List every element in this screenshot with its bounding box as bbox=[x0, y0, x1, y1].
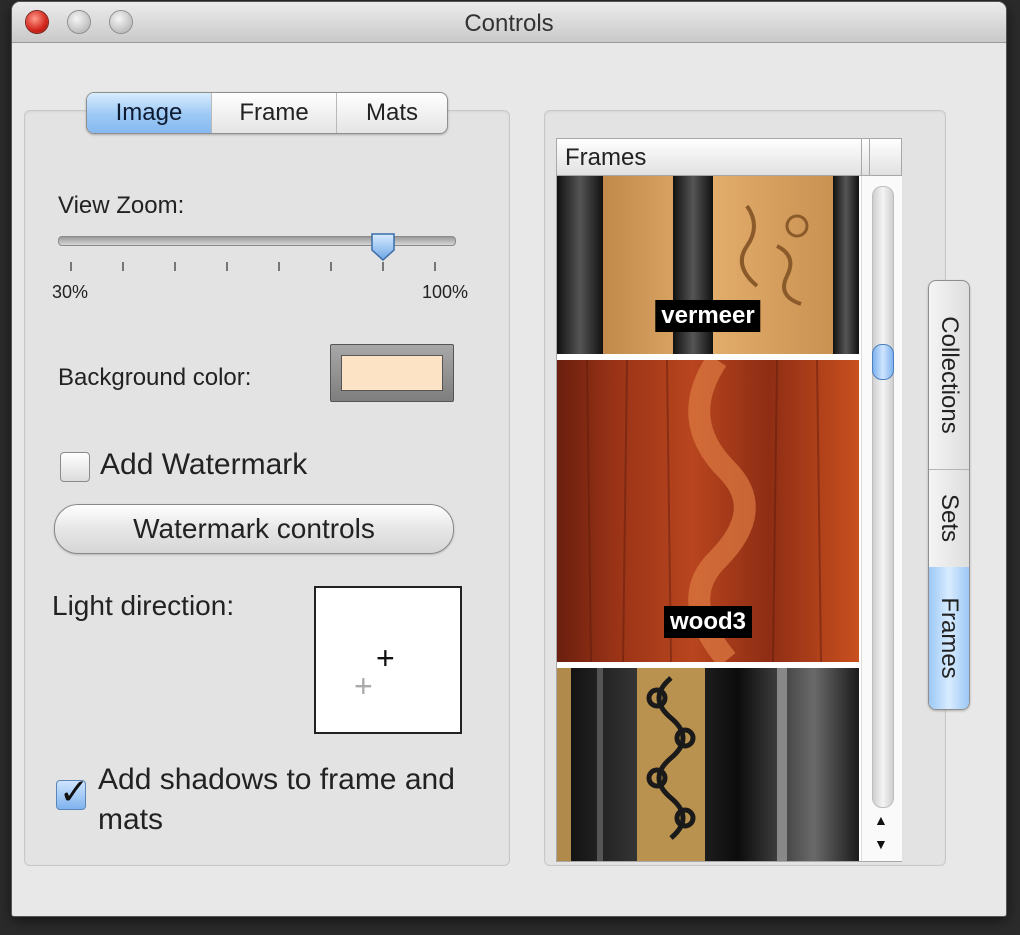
tab-collections[interactable]: Collections bbox=[929, 281, 969, 470]
watermark-controls-button[interactable]: Watermark controls bbox=[54, 504, 454, 554]
tick-mark bbox=[434, 262, 436, 271]
tab-frames-label: Frames bbox=[936, 597, 963, 679]
light-direction-label: Light direction: bbox=[52, 590, 235, 621]
scrollbar-track[interactable] bbox=[872, 186, 894, 808]
zoom-min-label: 30% bbox=[52, 282, 89, 302]
tab-image[interactable]: Image bbox=[87, 93, 212, 133]
frames-list-header[interactable]: Frames bbox=[557, 139, 901, 176]
frames-thumbnails: vermeer wood3 bbox=[557, 176, 859, 861]
tab-frames[interactable]: Frames bbox=[929, 567, 969, 709]
tab-frame[interactable]: Frame bbox=[212, 93, 337, 133]
tick-mark bbox=[382, 262, 384, 271]
frames-column-header[interactable]: Frames bbox=[565, 144, 646, 172]
header-divider bbox=[869, 139, 870, 175]
add-shadows-label[interactable]: Add shadows to frame and mats bbox=[98, 760, 458, 840]
tab-mats[interactable]: Mats bbox=[337, 93, 447, 133]
light-source-crosshair-icon[interactable]: + bbox=[376, 642, 395, 674]
background-color-swatch bbox=[341, 355, 443, 391]
tick-mark bbox=[226, 262, 228, 271]
image-settings-panel bbox=[24, 110, 510, 866]
frame-item-wood3[interactable]: wood3 bbox=[557, 360, 859, 662]
tick-mark bbox=[174, 262, 176, 271]
frames-list[interactable]: Frames vermeer wood3 ▲ ▼ bbox=[556, 138, 902, 862]
window-title: Controls bbox=[464, 10, 554, 37]
zoom-ticks bbox=[58, 262, 454, 272]
frame-name-label: wood3 bbox=[664, 606, 752, 638]
scroll-down-arrow-icon[interactable]: ▼ bbox=[874, 836, 888, 852]
frame-item-ornate[interactable] bbox=[557, 668, 859, 861]
title-bar: Controls bbox=[12, 2, 1006, 43]
frames-list-scrollbar[interactable]: ▲ ▼ bbox=[861, 176, 902, 861]
tab-collections-label: Collections bbox=[936, 316, 963, 434]
add-watermark-label[interactable]: Add Watermark bbox=[100, 448, 307, 482]
zoom-slider-track[interactable] bbox=[58, 236, 456, 246]
background-color-label: Background color: bbox=[58, 364, 252, 391]
checkmark-icon: ✓ bbox=[59, 771, 90, 812]
background-color-well[interactable] bbox=[330, 344, 454, 402]
tick-mark bbox=[330, 262, 332, 271]
zoom-max-label: 100% bbox=[422, 282, 469, 302]
library-side-tabs: Collections Sets Frames bbox=[928, 280, 970, 710]
tick-mark bbox=[122, 262, 124, 271]
mode-tabs: Image Frame Mats bbox=[86, 92, 448, 134]
tick-mark bbox=[278, 262, 280, 271]
light-direction-pad[interactable]: + + bbox=[314, 586, 462, 734]
tick-mark bbox=[70, 262, 72, 271]
scroll-up-arrow-icon[interactable]: ▲ bbox=[874, 812, 888, 828]
scrollbar-thumb[interactable] bbox=[872, 344, 894, 381]
header-divider bbox=[861, 139, 862, 175]
zoom-slider-thumb[interactable] bbox=[370, 232, 396, 262]
tab-sets[interactable]: Sets bbox=[929, 469, 969, 568]
add-watermark-checkbox[interactable] bbox=[60, 452, 90, 482]
light-center-crosshair-icon: + bbox=[354, 668, 373, 704]
view-zoom-label: View Zoom: bbox=[58, 192, 185, 219]
add-shadows-checkbox[interactable]: ✓ bbox=[56, 771, 89, 812]
frame-name-label: vermeer bbox=[655, 300, 761, 332]
frame-item-vermeer[interactable]: vermeer bbox=[557, 176, 859, 354]
ornate-frame-texture bbox=[557, 668, 859, 861]
tab-sets-label: Sets bbox=[936, 493, 963, 543]
